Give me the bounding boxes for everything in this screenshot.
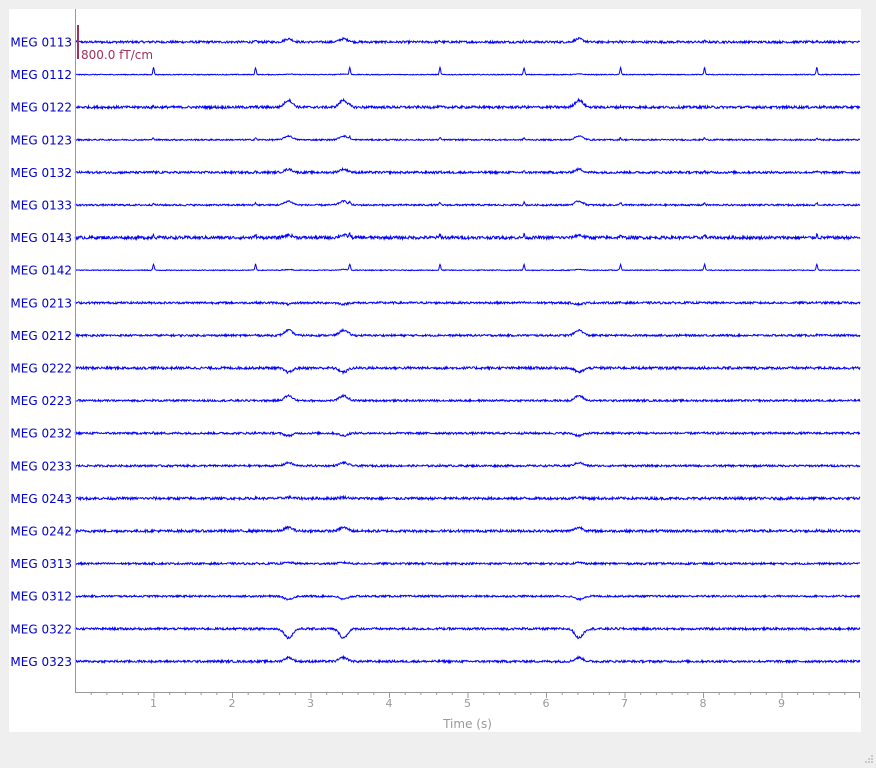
channel-label[interactable]: MEG 0112 [10, 68, 72, 82]
channel-label[interactable]: MEG 0323 [10, 655, 72, 669]
x-axis-title: Time (s) [442, 717, 492, 731]
trace-meg-0112[interactable] [74, 65, 861, 76]
channel-label[interactable]: MEG 0223 [10, 394, 72, 408]
x-tick-label: 8 [700, 697, 707, 710]
trace-meg-0242[interactable] [74, 525, 861, 535]
channel-label[interactable]: MEG 0313 [10, 557, 72, 571]
channel-label[interactable]: MEG 0243 [10, 492, 72, 506]
channel-label[interactable]: MEG 0232 [10, 427, 72, 441]
browser-window: MEG 0113 MEG 0112 MEG 0122 MEG 0123 MEG 0132… [0, 0, 876, 768]
trace-meg-0143[interactable] [74, 231, 861, 242]
trace-meg-0133[interactable] [74, 199, 861, 208]
meg-trace-plot[interactable]: MEG 0113 MEG 0112 MEG 0122 MEG 0123 MEG 0132… [9, 9, 861, 732]
channel-label[interactable]: MEG 0123 [10, 133, 72, 147]
trace-meg-0222[interactable] [74, 364, 861, 375]
trace-meg-0142[interactable] [74, 262, 861, 272]
trace-meg-0223[interactable] [74, 393, 861, 404]
trace-meg-0232[interactable] [74, 430, 861, 439]
trace-meg-0243[interactable] [74, 494, 861, 502]
trace-meg-0322[interactable] [74, 625, 861, 640]
scale-bar: 800.0 fT/cm [77, 25, 153, 62]
x-ticks: 1 2 3 4 5 6 7 8 9 [90, 692, 846, 710]
trace-meg-0312[interactable] [74, 593, 861, 602]
axes-layer: 1 2 3 4 5 6 7 8 9 Time (s) [75, 9, 860, 731]
trace-meg-0123[interactable] [74, 134, 861, 142]
trace-meg-0213[interactable] [74, 299, 861, 307]
trace-meg-0233[interactable] [74, 460, 861, 469]
channel-label[interactable]: MEG 0122 [10, 101, 72, 115]
resize-grip-icon[interactable] [862, 754, 874, 766]
x-tick-label: 5 [464, 697, 471, 710]
x-tick-label: 6 [543, 697, 550, 710]
trace-meg-0132[interactable] [74, 166, 861, 176]
trace-meg-0113[interactable] [74, 36, 860, 46]
channel-label[interactable]: MEG 0322 [10, 622, 72, 636]
x-tick-label: 1 [150, 697, 157, 710]
channel-label[interactable]: MEG 0142 [10, 264, 72, 278]
trace-meg-0122[interactable] [74, 97, 861, 111]
channel-label[interactable]: MEG 0143 [10, 231, 72, 245]
scale-bar-label: 800.0 fT/cm [81, 48, 153, 62]
channel-label[interactable]: MEG 0222 [10, 362, 72, 376]
trace-meg-0323[interactable] [74, 654, 861, 665]
plot-panel[interactable]: MEG 0113 MEG 0112 MEG 0122 MEG 0123 MEG 0132… [9, 9, 861, 732]
channel-label[interactable]: MEG 0133 [10, 199, 72, 213]
x-tick-label: 2 [229, 697, 236, 710]
channel-labels-layer: MEG 0113 MEG 0112 MEG 0122 MEG 0123 MEG 0132… [10, 36, 72, 669]
channel-label[interactable]: MEG 0113 [10, 36, 72, 50]
channel-label[interactable]: MEG 0212 [10, 329, 72, 343]
channel-label[interactable]: MEG 0312 [10, 590, 72, 604]
x-tick-label: 4 [386, 697, 393, 710]
channel-label[interactable]: MEG 0213 [10, 296, 72, 310]
x-tick-label: 9 [778, 697, 785, 710]
trace-meg-0313[interactable] [74, 560, 860, 567]
channel-label[interactable]: MEG 0233 [10, 459, 72, 473]
traces-layer [74, 36, 861, 665]
channel-label[interactable]: MEG 0242 [10, 525, 72, 539]
channel-label[interactable]: MEG 0132 [10, 166, 72, 180]
trace-meg-0212[interactable] [74, 327, 861, 338]
x-tick-label: 3 [307, 697, 314, 710]
x-tick-label: 7 [621, 697, 628, 710]
